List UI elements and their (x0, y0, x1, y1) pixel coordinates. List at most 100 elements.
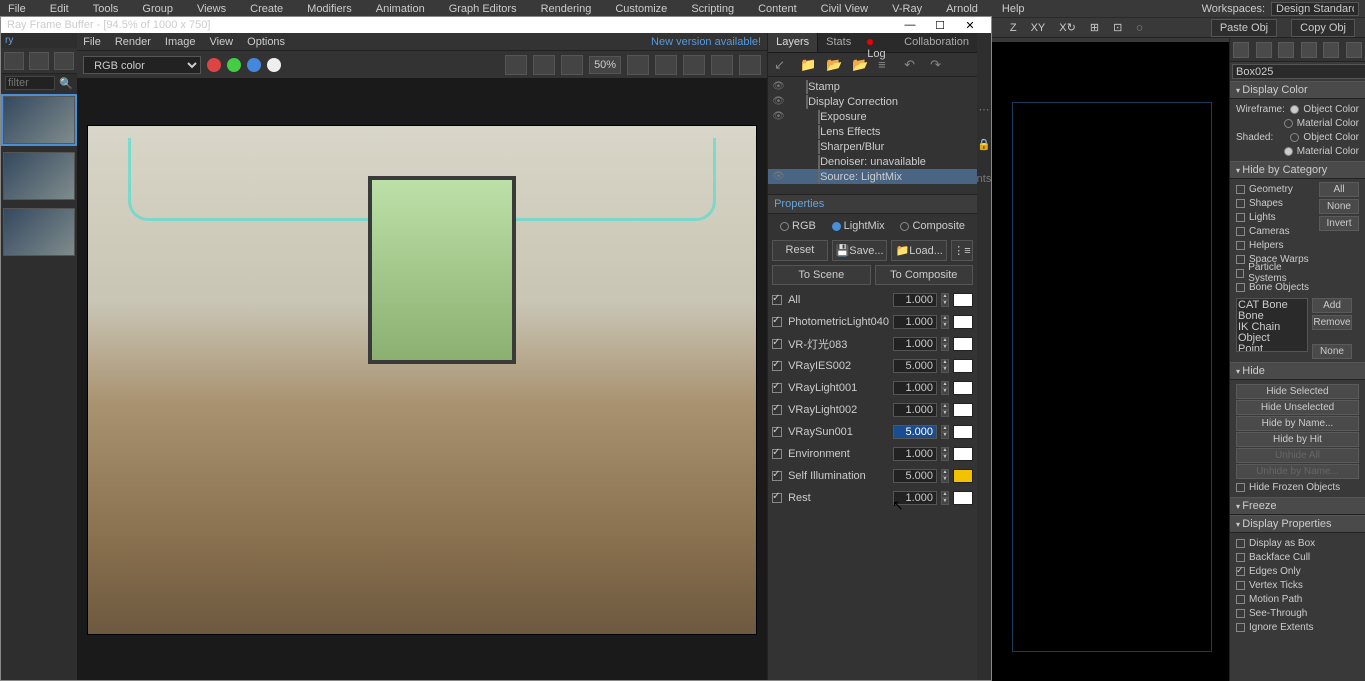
checkbox[interactable] (1236, 539, 1245, 548)
vfb-menu-file[interactable]: File (83, 36, 101, 48)
track-mouse-icon[interactable] (655, 55, 677, 75)
menu-content[interactable]: Content (758, 3, 797, 15)
checkbox[interactable] (1236, 609, 1245, 618)
stop-render-icon[interactable] (683, 55, 705, 75)
light-enable-checkbox[interactable] (772, 493, 782, 503)
light-enable-checkbox[interactable] (772, 361, 782, 371)
spinner-icon[interactable]: ▲▼ (941, 359, 949, 373)
history-delete-icon[interactable] (54, 52, 74, 70)
snap-cycle-icon[interactable]: ◌ (1136, 22, 1143, 34)
list-icon[interactable]: ≡ (878, 57, 894, 73)
menu-help[interactable]: Help (1002, 3, 1025, 15)
menu-create[interactable]: Create (250, 3, 283, 15)
spinner-icon[interactable]: ▲▼ (941, 315, 949, 329)
side-dots-icon[interactable]: ⋯ (979, 103, 990, 116)
tree-row-exposure[interactable]: 👁 Exposure (768, 109, 977, 124)
shaded-matcolor-radio[interactable] (1284, 147, 1293, 156)
mode-composite[interactable]: Composite (900, 220, 965, 232)
menu-rendering[interactable]: Rendering (541, 3, 592, 15)
history-thumb-1[interactable] (3, 96, 75, 144)
hide-btn-hide-by-name-[interactable]: Hide by Name... (1236, 416, 1359, 431)
red-channel-icon[interactable] (207, 58, 221, 72)
mode-lightmix[interactable]: LightMix (832, 220, 885, 232)
paste-obj-button[interactable]: Paste Obj (1211, 19, 1277, 37)
checkbox[interactable] (1236, 255, 1245, 264)
tree-row-lens-effects[interactable]: Lens Effects (768, 124, 977, 139)
clear-image-icon[interactable] (561, 55, 583, 75)
side-lock-icon[interactable]: 🔒 (977, 138, 991, 151)
light-color-swatch[interactable] (953, 359, 973, 373)
folder-icon[interactable]: 📁 (800, 57, 816, 73)
dp-backface-cull[interactable]: Backface Cull (1236, 550, 1359, 564)
light-multiplier-input[interactable] (893, 315, 937, 329)
hbc-listbox[interactable]: CAT BoneBoneIK Chain ObjectPoint (1236, 298, 1308, 352)
history-thumb-3[interactable] (3, 208, 75, 256)
load-button[interactable]: 📁Load... (891, 240, 947, 261)
dp-display-as-box[interactable]: Display as Box (1236, 536, 1359, 550)
light-color-swatch[interactable] (953, 491, 973, 505)
object-name-input[interactable] (1232, 64, 1365, 79)
dp-ignore-extents[interactable]: Ignore Extents (1236, 620, 1359, 634)
history-filter-input[interactable] (5, 76, 55, 90)
dp-see-through[interactable]: See-Through (1236, 606, 1359, 620)
checkbox[interactable] (1236, 283, 1245, 292)
modify-tab-icon[interactable] (1256, 42, 1272, 58)
workspace-dropdown[interactable] (1271, 2, 1359, 16)
spinner-icon[interactable]: ▲▼ (941, 293, 949, 307)
tree-row-denoiser-unavailable[interactable]: Denoiser: unavailable (768, 154, 977, 169)
save-button[interactable]: 💾Save... (832, 240, 888, 261)
light-enable-checkbox[interactable] (772, 427, 782, 437)
hbc-invert-button[interactable]: Invert (1319, 216, 1359, 231)
hierarchy-tab-icon[interactable] (1278, 42, 1294, 58)
vfb-menu-render[interactable]: Render (115, 36, 151, 48)
close-button[interactable]: ✕ (955, 18, 985, 32)
light-color-swatch[interactable] (953, 403, 973, 417)
redo-icon[interactable]: ↷ (930, 57, 946, 73)
menu-modifiers[interactable]: Modifiers (307, 3, 352, 15)
freeze-rollout[interactable]: Freeze (1230, 497, 1365, 515)
checkbox[interactable] (1236, 199, 1245, 208)
to-scene-button[interactable]: To Scene (772, 265, 870, 285)
motion-tab-icon[interactable] (1301, 42, 1317, 58)
hbc-helpers[interactable]: Helpers (1236, 238, 1315, 252)
blue-channel-icon[interactable] (247, 58, 261, 72)
minimize-button[interactable]: — (895, 18, 925, 32)
spinner-icon[interactable]: ▲▼ (941, 469, 949, 483)
checkbox[interactable] (1236, 595, 1245, 604)
hbc-particle-systems[interactable]: Particle Systems (1236, 266, 1315, 280)
spinner-icon[interactable]: ▲▼ (941, 425, 949, 439)
mono-channel-icon[interactable] (267, 58, 281, 72)
light-enable-checkbox[interactable] (772, 339, 782, 349)
light-multiplier-input[interactable] (893, 337, 937, 351)
viewport[interactable] (992, 42, 1229, 681)
menu-views[interactable]: Views (197, 3, 226, 15)
reset-button[interactable]: Reset (772, 240, 828, 261)
checkbox[interactable] (1236, 269, 1244, 278)
to-composite-button[interactable]: To Composite (875, 265, 973, 285)
hbc-geometry[interactable]: Geometry (1236, 182, 1315, 196)
light-multiplier-input[interactable] (893, 425, 937, 439)
green-channel-icon[interactable] (227, 58, 241, 72)
hbc-remove-button[interactable]: Remove (1312, 315, 1352, 330)
axis-xy-rot[interactable]: X↻ (1059, 21, 1076, 34)
menu-edit[interactable]: Edit (50, 3, 69, 15)
menu-file[interactable]: File (8, 3, 26, 15)
dp-motion-path[interactable]: Motion Path (1236, 592, 1359, 606)
checkbox[interactable] (1236, 227, 1245, 236)
vfb-menu-options[interactable]: Options (247, 36, 285, 48)
light-color-swatch[interactable] (953, 293, 973, 307)
checkbox[interactable] (1236, 185, 1245, 194)
hbc-add-button[interactable]: Add (1312, 298, 1352, 313)
channel-dropdown[interactable]: RGB color (83, 56, 201, 74)
menu-v-ray[interactable]: V-Ray (892, 3, 922, 15)
menu-graph-editors[interactable]: Graph Editors (449, 3, 517, 15)
light-color-swatch[interactable] (953, 337, 973, 351)
menu-scripting[interactable]: Scripting (691, 3, 734, 15)
spinner-icon[interactable]: ▲▼ (941, 403, 949, 417)
menu-group[interactable]: Group (142, 3, 173, 15)
spinner-icon[interactable]: ▲▼ (941, 447, 949, 461)
dp-vertex-ticks[interactable]: Vertex Ticks (1236, 578, 1359, 592)
checkbox[interactable] (1236, 213, 1245, 222)
light-multiplier-input[interactable] (893, 403, 937, 417)
light-multiplier-input[interactable] (893, 469, 937, 483)
